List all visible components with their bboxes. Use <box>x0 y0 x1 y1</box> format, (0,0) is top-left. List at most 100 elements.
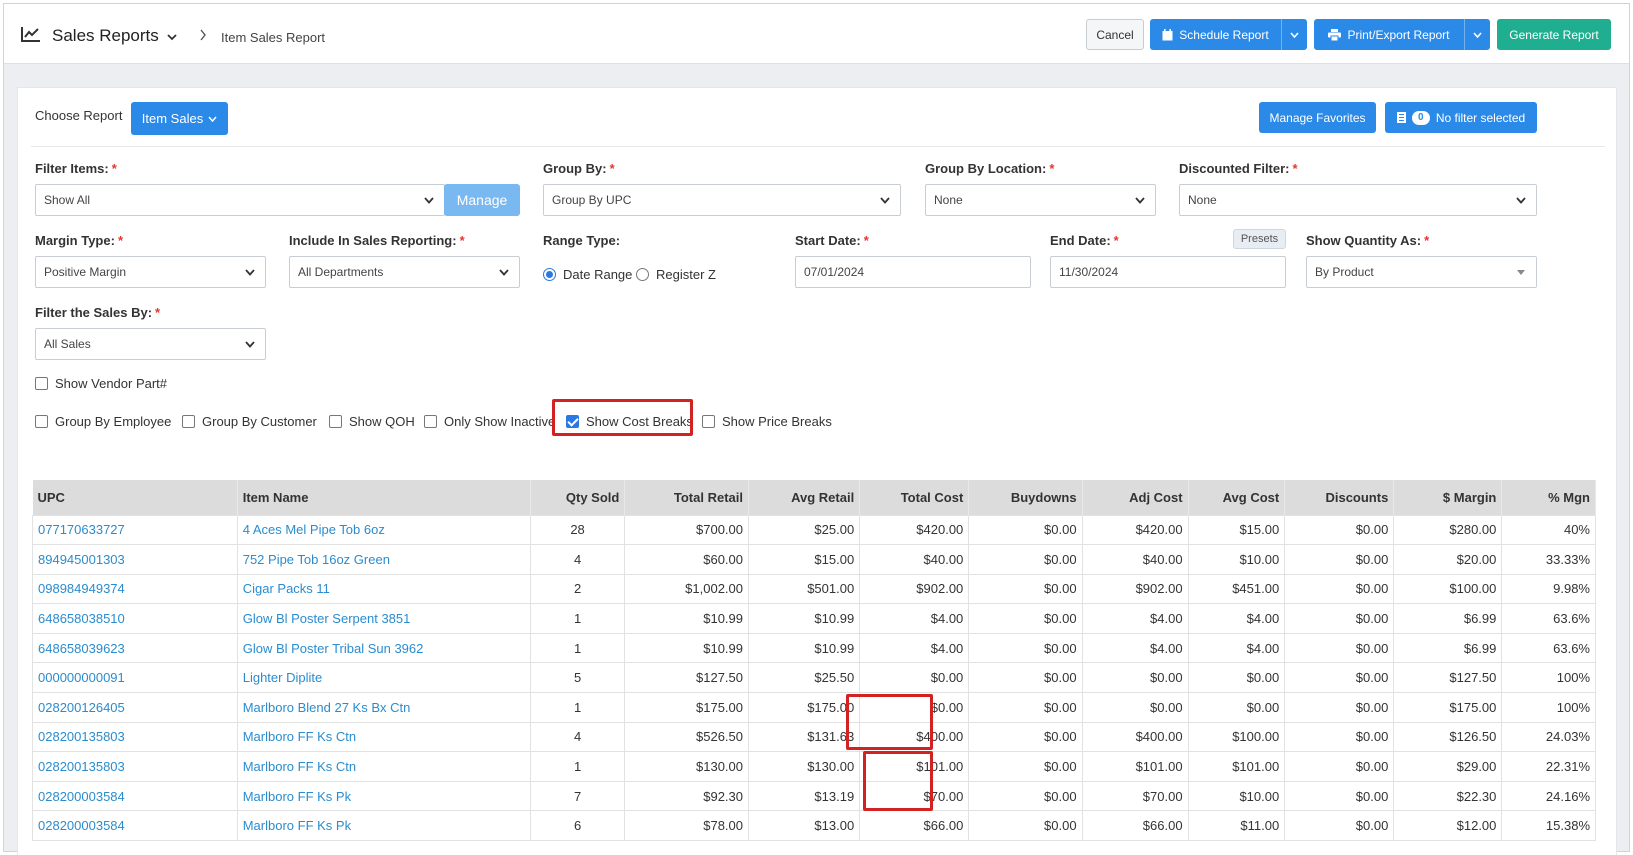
chevron-down-icon <box>245 341 255 348</box>
manage-button[interactable]: Manage <box>444 184 520 216</box>
table-cell: $66.00 <box>1081 810 1189 842</box>
col-margin[interactable]: $ Margin <box>1393 480 1503 515</box>
presets-button[interactable]: Presets <box>1233 229 1286 249</box>
discounted-filter-select[interactable]: None <box>1179 184 1537 216</box>
item-name-link[interactable]: Marlboro FF Ks Ctn <box>236 751 531 782</box>
checkbox[interactable] <box>182 415 195 428</box>
show-qoh-checkbox[interactable]: Show QOH <box>329 414 415 429</box>
table-cell: $700.00 <box>624 514 749 546</box>
cancel-button[interactable]: Cancel <box>1086 19 1144 50</box>
include-sales-select[interactable]: All Departments <box>289 256 520 288</box>
upc-link[interactable]: 098984949374 <box>32 573 238 605</box>
print-export-button[interactable]: Print/Export Report <box>1314 19 1490 50</box>
col-avg-cost[interactable]: Avg Cost <box>1188 480 1286 515</box>
table-cell: $0.00 <box>1284 692 1395 723</box>
table-cell: $0.00 <box>968 721 1083 753</box>
range-type-date-range[interactable]: Date Range <box>543 267 632 282</box>
table-cell: $127.50 <box>1393 662 1503 694</box>
manage-favorites-button[interactable]: Manage Favorites <box>1259 102 1376 133</box>
upc-link[interactable]: 028200135803 <box>32 721 238 753</box>
margin-type-select[interactable]: Positive Margin <box>35 256 266 288</box>
table-row: 028200126405 Marlboro Blend 27 Ks Bx Ctn 1… <box>32 692 1596 723</box>
page-title[interactable]: Sales Reports <box>52 26 159 46</box>
generate-report-button[interactable]: Generate Report <box>1497 19 1611 50</box>
table-row: 028200003584 Marlboro FF Ks Pk 6 $78.00 $13.… <box>32 810 1596 842</box>
upc-link[interactable]: 648658038510 <box>32 603 238 634</box>
divider <box>31 146 1605 147</box>
table-row: 028200003584 Marlboro FF Ks Pk 7 $92.30 $13.… <box>32 780 1596 812</box>
col-upc[interactable]: UPC <box>32 480 238 515</box>
print-dropdown-toggle[interactable] <box>1464 19 1490 50</box>
table-cell: 7 <box>529 780 626 812</box>
checkbox[interactable] <box>329 415 342 428</box>
checkbox[interactable] <box>424 415 437 428</box>
group-by-select[interactable]: Group By UPC <box>543 184 901 216</box>
table-cell: $100.00 <box>1393 573 1503 605</box>
col-total-retail[interactable]: Total Retail <box>624 480 749 515</box>
chevron-down-icon <box>1473 31 1482 38</box>
table-cell: $0.00 <box>1284 544 1395 575</box>
item-name-link[interactable]: Lighter Diplite <box>236 662 531 694</box>
schedule-dropdown-toggle[interactable] <box>1281 19 1307 50</box>
chevron-down-icon[interactable] <box>167 32 177 42</box>
table-cell: $4.00 <box>1081 603 1189 634</box>
item-name-link[interactable]: Marlboro FF Ks Ctn <box>236 721 531 753</box>
group-by-location-select[interactable]: None <box>925 184 1156 216</box>
table-cell: 40% <box>1501 514 1596 546</box>
group-by-employee-checkbox[interactable]: Group By Employee <box>35 414 171 429</box>
col-buydowns[interactable]: Buydowns <box>968 480 1083 515</box>
col-total-cost[interactable]: Total Cost <box>859 480 970 515</box>
item-name-link[interactable]: 4 Aces Mel Pipe Tob 6oz <box>236 514 531 546</box>
upc-link[interactable]: 028200135803 <box>32 751 238 782</box>
upc-link[interactable]: 000000000091 <box>32 662 238 694</box>
start-date-input[interactable]: 07/01/2024 <box>795 256 1031 288</box>
show-price-breaks-checkbox[interactable]: Show Price Breaks <box>702 414 832 429</box>
col-qty-sold[interactable]: Qty Sold <box>530 480 626 515</box>
filter-status-button[interactable]: 0 No filter selected <box>1385 102 1537 133</box>
item-name-link[interactable]: Cigar Packs 11 <box>236 573 531 605</box>
filter-items-select[interactable]: Show All <box>35 184 445 216</box>
group-by-customer-checkbox[interactable]: Group By Customer <box>182 414 317 429</box>
filter-sales-select[interactable]: All Sales <box>35 328 266 360</box>
table-row: 098984949374 Cigar Packs 11 2 $1,002.00 $501… <box>32 573 1596 605</box>
table-cell: $526.50 <box>624 721 749 753</box>
show-quantity-select[interactable]: By Product <box>1306 256 1537 288</box>
col-item-name[interactable]: Item Name <box>237 480 531 515</box>
col-discounts[interactable]: Discounts <box>1284 480 1395 515</box>
table-cell: $0.00 <box>1284 810 1395 842</box>
table-cell: $0.00 <box>968 573 1083 605</box>
report-type-dropdown[interactable]: Item Sales <box>131 102 228 135</box>
upc-link[interactable]: 028200003584 <box>32 780 238 812</box>
item-name-link[interactable]: Marlboro FF Ks Pk <box>236 810 531 842</box>
table-cell: $11.00 <box>1187 810 1286 842</box>
upc-link[interactable]: 648658039623 <box>32 632 238 664</box>
chevron-down-icon <box>424 197 434 204</box>
upc-link[interactable]: 894945001303 <box>32 544 238 575</box>
col-pct-margin[interactable]: % Mgn <box>1501 480 1596 515</box>
upc-link[interactable]: 028200126405 <box>32 692 238 723</box>
item-name-link[interactable]: 752 Pipe Tob 16oz Green <box>236 544 531 575</box>
item-name-link[interactable]: Marlboro Blend 27 Ks Bx Ctn <box>236 692 531 723</box>
item-name-link[interactable]: Marlboro FF Ks Pk <box>236 780 531 812</box>
table-cell: $10.99 <box>624 632 749 664</box>
range-type-register-z[interactable]: Register Z <box>636 267 716 282</box>
table-cell: $0.00 <box>1284 721 1395 753</box>
table-cell: $0.00 <box>1284 632 1395 664</box>
radio-unselected[interactable] <box>636 268 649 281</box>
table-cell: $0.00 <box>1081 662 1189 694</box>
upc-link[interactable]: 077170633727 <box>32 514 238 546</box>
col-adj-cost[interactable]: Adj Cost <box>1082 480 1189 515</box>
end-date-label: End Date: * <box>1050 233 1119 248</box>
checkbox[interactable] <box>35 415 48 428</box>
radio-selected[interactable] <box>543 268 556 281</box>
col-avg-retail[interactable]: Avg Retail <box>748 480 861 515</box>
checkbox[interactable] <box>702 415 715 428</box>
end-date-input[interactable]: 11/30/2024 <box>1050 256 1286 288</box>
item-name-link[interactable]: Glow Bl Poster Serpent 3851 <box>236 603 531 634</box>
upc-link[interactable]: 028200003584 <box>32 810 238 842</box>
schedule-report-button[interactable]: Schedule Report <box>1150 19 1307 50</box>
checkbox[interactable] <box>35 377 48 390</box>
item-name-link[interactable]: Glow Bl Poster Tribal Sun 3962 <box>236 632 531 664</box>
only-show-inactive-checkbox[interactable]: Only Show Inactive <box>424 414 555 429</box>
show-vendor-part-checkbox[interactable]: Show Vendor Part# <box>35 376 167 391</box>
